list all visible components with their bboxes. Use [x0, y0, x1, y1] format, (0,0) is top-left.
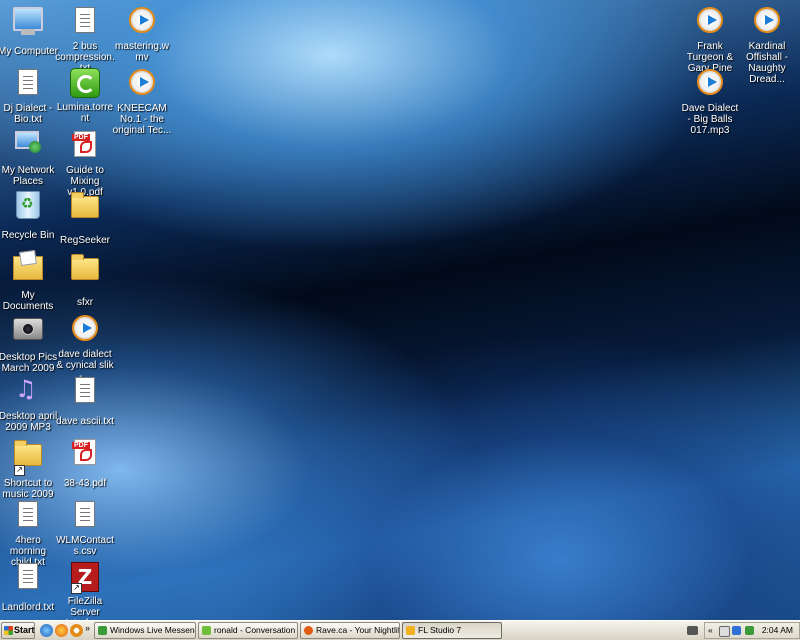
keyboard-icon[interactable]: [687, 626, 698, 635]
windows-media-file-icon: [694, 7, 726, 39]
task-windows-live-messenger[interactable]: Windows Live Messenger: [94, 622, 196, 639]
start-button[interactable]: Start: [1, 622, 35, 639]
desktop-icon-my-computer[interactable]: My Computer: [0, 4, 58, 59]
music-icon: [12, 375, 44, 409]
system-tray: « 2:04 AM: [687, 622, 800, 639]
conversation-icon: [202, 626, 211, 635]
quick-launch-more-button[interactable]: »: [85, 623, 90, 633]
clock[interactable]: 2:04 AM: [762, 623, 793, 638]
windows-logo-icon: [4, 626, 13, 635]
messenger-icon: [98, 626, 107, 635]
windows-media-file-icon: [751, 7, 783, 39]
pdf-file-icon: [69, 439, 101, 471]
speaker-icon[interactable]: [719, 626, 730, 637]
desktop-icon-dj-dialect-bio[interactable]: Dj Dialect - Bio.txt: [0, 66, 58, 127]
desktop: My Computer Dj Dialect - Bio.txt My Netw…: [0, 0, 800, 620]
desktop-icon-kneecam[interactable]: KNEECAM No.1 - the original Tec...: [112, 66, 172, 138]
windows-media-file-icon: [69, 315, 101, 347]
utorrent-icon: [69, 68, 101, 100]
desktop-icon-kardinal-offishall[interactable]: Kardinal Offishall - Naughty Dread...: [737, 4, 797, 87]
windows-media-file-icon: [126, 69, 158, 101]
text-file-icon: [12, 69, 44, 101]
folder-icon: [69, 192, 101, 228]
desktop-icon-sfxr[interactable]: sfxr: [54, 250, 116, 310]
desktop-icon-regseeker[interactable]: RegSeeker: [54, 188, 116, 248]
desktop-icon-landlord[interactable]: Landlord.txt: [0, 560, 58, 615]
network-places-icon: [12, 131, 44, 163]
tray-expand-button[interactable]: «: [708, 623, 713, 638]
fl-studio-icon: [406, 626, 415, 635]
camera-icon: [12, 318, 44, 350]
desktop-icon-wlmcontacts[interactable]: WLMContacts.csv: [54, 498, 116, 559]
windows-media-player-icon[interactable]: [70, 624, 83, 637]
desktop-icon-dave-dialect-big-balls[interactable]: Dave Dialect - Big Balls 017.mp3: [680, 66, 740, 138]
firefox-icon: [304, 626, 313, 635]
taskbar: Start » Windows Live Messenger ronald - …: [0, 620, 800, 640]
my-documents-icon: [12, 256, 44, 288]
task-fl-studio-7[interactable]: FL Studio 7: [402, 622, 502, 639]
desktop-icon-mastering-wmv[interactable]: mastering.wmv: [112, 4, 172, 65]
desktop-icon-lumina-torrent[interactable]: Lumina.torrent: [54, 66, 116, 126]
desktop-icon-shortcut-to-music[interactable]: ↗ Shortcut to music 2009: [0, 436, 58, 502]
text-file-icon: [69, 377, 101, 409]
folder-shortcut-icon: ↗: [12, 440, 44, 476]
desktop-icon-desktop-april-mp3[interactable]: Desktop april 2009 MP3: [0, 374, 58, 435]
messenger-tray-icon[interactable]: [745, 626, 754, 635]
desktop-icon-recycle-bin[interactable]: Recycle Bin: [0, 188, 58, 243]
desktop-icon-my-network-places[interactable]: My Network Places: [0, 128, 58, 189]
recycle-bin-icon: [12, 191, 44, 223]
task-rave-ca-firefox[interactable]: Rave.ca - Your Nightlife ...: [300, 622, 400, 639]
desktop-icon-desktop-pics[interactable]: Desktop Pics March 2009: [0, 312, 58, 376]
desktop-icon-my-documents[interactable]: My Documents: [0, 250, 58, 314]
windows-media-file-icon: [694, 69, 726, 101]
desktop-icon-filezilla[interactable]: Z↗ FileZilla Server Interface: [54, 560, 116, 620]
task-ronald-conversation[interactable]: ronald - Conversation: [198, 622, 298, 639]
text-file-icon: [69, 7, 101, 39]
desktop-icon-38-43-pdf[interactable]: 38-43.pdf: [54, 436, 116, 491]
internet-explorer-icon[interactable]: [40, 624, 53, 637]
firefox-icon[interactable]: [55, 624, 68, 637]
text-file-icon: [12, 501, 44, 533]
my-computer-icon: [12, 7, 44, 39]
windows-media-file-icon: [126, 7, 158, 39]
filezilla-icon: Z ↗: [69, 562, 101, 594]
folder-icon: [69, 254, 101, 290]
network-tray-icon[interactable]: [732, 626, 741, 635]
pdf-file-icon: [69, 131, 101, 163]
desktop-icon-dave-ascii[interactable]: dave ascii.txt: [54, 374, 116, 429]
text-file-icon: [69, 501, 101, 533]
text-file-icon: [12, 563, 44, 595]
